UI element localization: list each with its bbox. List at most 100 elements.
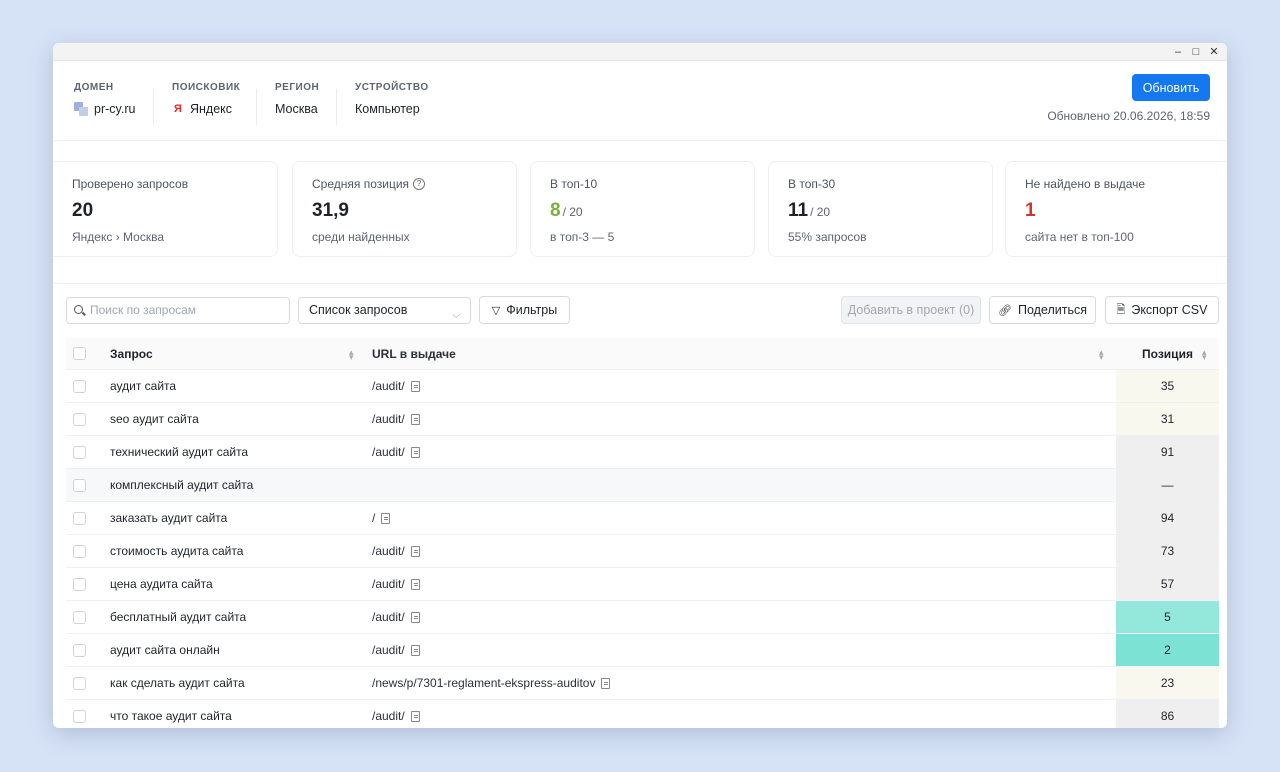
table-row[interactable]: бесплатный аудит сайта/audit/5 <box>66 601 1219 634</box>
page-preview-icon[interactable] <box>410 380 420 392</box>
page-preview-icon[interactable] <box>381 512 391 524</box>
row-checkbox[interactable] <box>73 544 86 558</box>
row-checkbox[interactable] <box>73 577 86 591</box>
table-row[interactable]: стоимость аудита сайта/audit/73 <box>66 535 1219 568</box>
card-value: 31,9 <box>312 200 349 221</box>
row-query: seo аудит сайта <box>110 412 199 426</box>
row-query: технический аудит сайта <box>110 445 249 459</box>
table-row[interactable]: комплексный аудит сайта — <box>66 469 1219 502</box>
page-preview-icon[interactable] <box>410 644 420 656</box>
table-row[interactable]: аудит сайта/audit/35 <box>66 370 1219 403</box>
table-row[interactable]: аудит сайта онлайн/audit/2 <box>66 634 1219 667</box>
card-label: В топ-30 <box>788 177 836 191</box>
card-value: 11/ 20 <box>788 200 831 221</box>
row-query: аудит сайта <box>110 379 177 393</box>
row-query: аудит сайта онлайн <box>110 643 220 657</box>
toolbar: Поиск по запросам Список запросов ⌵ ▽ Фи… <box>53 296 1227 326</box>
row-url[interactable]: /audit/ <box>372 379 420 393</box>
card-value: 8/ 20 <box>550 200 583 221</box>
sort-icon[interactable]: ▴ ▾ <box>349 348 354 362</box>
export-csv-button[interactable]: 🗎 Экспорт CSV <box>1105 296 1219 324</box>
search-input[interactable]: Поиск по запросам <box>66 297 290 324</box>
row-checkbox[interactable] <box>73 511 86 525</box>
row-position: — <box>1116 469 1219 501</box>
table-row[interactable]: что такое аудит сайта/audit/86 <box>66 700 1219 728</box>
header-url[interactable]: URL в выдаче <box>372 347 456 361</box>
row-checkbox[interactable] <box>73 610 86 624</box>
row-position: 31 <box>1116 403 1219 435</box>
share-button[interactable]: 🔗︎ Поделиться <box>989 296 1096 324</box>
row-checkbox[interactable] <box>73 676 86 690</box>
row-position: 57 <box>1116 568 1219 600</box>
search-icon <box>74 305 83 314</box>
row-query: что такое аудит сайта <box>110 709 232 723</box>
page-preview-icon[interactable] <box>410 611 420 623</box>
meta-device: УСТРОЙСТВО Компьютер <box>355 82 429 116</box>
page-preview-icon[interactable] <box>410 413 420 425</box>
query-list-select[interactable]: Список запросов ⌵ <box>298 297 471 324</box>
row-position: 35 <box>1116 370 1219 402</box>
table-row[interactable]: заказать аудит сайта / 94 <box>66 502 1219 535</box>
card-note: Яндекс › Москва <box>72 230 164 244</box>
help-icon[interactable]: ? <box>413 178 426 190</box>
card-label: Не найдено в выдаче <box>1025 177 1146 191</box>
page-preview-icon[interactable] <box>410 446 420 458</box>
meta-region: РЕГИОН Москва <box>275 82 319 116</box>
add-to-project-button[interactable]: Добавить в проект (0) <box>841 296 981 324</box>
table-row[interactable]: seo аудит сайта/audit/31 <box>66 403 1219 436</box>
card-label: Проверено запросов <box>72 177 189 191</box>
row-checkbox[interactable] <box>73 478 86 492</box>
row-url[interactable]: /audit/ <box>372 577 420 591</box>
maximize-icon[interactable]: □ <box>1187 44 1205 60</box>
page-preview-icon[interactable] <box>410 545 420 557</box>
domain-favicon-icon <box>74 102 88 116</box>
row-checkbox[interactable] <box>73 379 86 393</box>
filters-button[interactable]: ▽ Фильтры <box>479 296 570 324</box>
meta-device-label: УСТРОЙСТВО <box>355 82 429 93</box>
link-icon: 🔗︎ <box>998 304 1012 317</box>
row-url[interactable]: /audit/ <box>372 412 420 426</box>
queries-table: Запрос ▴ ▾ URL в выдаче ▴ ▾ Позиция ▴ ▾ ауд… <box>66 338 1219 728</box>
page-preview-icon[interactable] <box>601 677 611 689</box>
meta-domain-value: pr-cy.ru <box>94 102 136 116</box>
updated-timestamp: Обновлено 20.06.2026, 18:59 <box>1047 109 1210 123</box>
refresh-button[interactable]: Обновить <box>1132 74 1210 101</box>
row-url[interactable]: /audit/ <box>372 445 420 459</box>
card-top10: В топ-10 8/ 20 в топ-3 — 5 <box>530 161 755 257</box>
row-checkbox[interactable] <box>73 643 86 657</box>
row-url[interactable]: /audit/ <box>372 709 420 723</box>
table-row[interactable]: цена аудита сайта/audit/57 <box>66 568 1219 601</box>
row-checkbox[interactable] <box>73 445 86 459</box>
row-url[interactable]: /audit/ <box>372 643 420 657</box>
card-checked: Проверено запросов 20 Яндекс › Москва <box>53 161 278 257</box>
close-icon[interactable]: ✕ <box>1205 44 1223 60</box>
sort-icon[interactable]: ▴ ▾ <box>1202 348 1207 362</box>
card-note: среди найденных <box>312 230 410 244</box>
row-url[interactable]: /news/p/7301-reglament-ekspress-auditov <box>372 676 611 690</box>
page-preview-icon[interactable] <box>410 578 420 590</box>
meta-region-label: РЕГИОН <box>275 82 320 93</box>
row-checkbox[interactable] <box>73 412 86 426</box>
minimize-icon[interactable]: – <box>1169 44 1187 60</box>
row-position: 23 <box>1116 667 1219 699</box>
row-checkbox[interactable] <box>73 709 86 723</box>
row-url[interactable]: /audit/ <box>372 544 420 558</box>
row-url[interactable]: / <box>372 511 391 525</box>
card-note: сайта нет в топ-100 <box>1025 230 1134 244</box>
row-position: 73 <box>1116 535 1219 567</box>
page-preview-icon[interactable] <box>410 710 420 722</box>
meta-engine-label: ПОИСКОВИК <box>172 82 241 93</box>
select-all-checkbox[interactable] <box>73 347 86 360</box>
card-value: 20 <box>72 200 94 221</box>
header-query[interactable]: Запрос <box>110 347 153 361</box>
table-row[interactable]: технический аудит сайта/audit/91 <box>66 436 1219 469</box>
card-note: в топ-3 — 5 <box>550 230 615 244</box>
filter-icon: ▽ <box>491 304 501 317</box>
table-row[interactable]: как сделать аудит сайта/news/p/7301-regl… <box>66 667 1219 700</box>
sort-icon[interactable]: ▴ ▾ <box>1099 348 1104 362</box>
row-query: как сделать аудит сайта <box>110 676 245 690</box>
row-url[interactable]: /audit/ <box>372 610 420 624</box>
yandex-icon: Я <box>174 103 182 115</box>
meta-domain-label: ДОМЕН <box>74 82 114 93</box>
chevron-down-icon: ⌵ <box>452 310 460 321</box>
